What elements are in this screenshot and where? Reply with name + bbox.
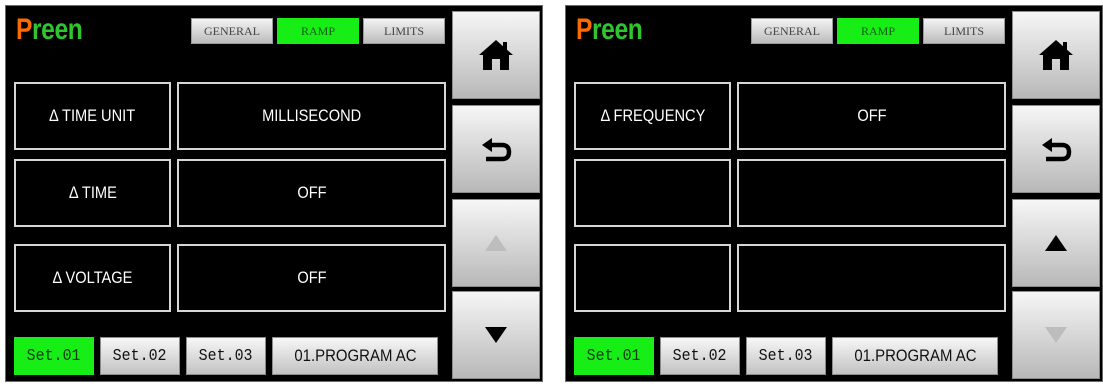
time-unit-value[interactable]: MILLISECOND bbox=[177, 82, 446, 150]
preen-logo: Preen bbox=[576, 13, 643, 46]
ramp-screen-1: Preen GENERAL RAMP LIMITS Δ TIME UNIT MI… bbox=[5, 5, 543, 382]
tab-limits[interactable]: LIMITS bbox=[923, 18, 1005, 44]
setting-row bbox=[574, 159, 1006, 227]
tab-ramp[interactable]: RAMP bbox=[277, 18, 359, 44]
setting-row: Δ VOLTAGE OFF bbox=[14, 244, 446, 312]
set-02-button[interactable]: Set.02 bbox=[660, 337, 740, 375]
back-arrow-icon bbox=[482, 138, 512, 162]
home-icon bbox=[479, 40, 513, 70]
setting-row: Δ TIME UNIT MILLISECOND bbox=[14, 82, 446, 150]
time-label: Δ TIME bbox=[14, 159, 171, 227]
program-button[interactable]: 01.PROGRAM AC bbox=[272, 337, 438, 375]
up-arrow-icon bbox=[1045, 235, 1067, 251]
empty-value[interactable] bbox=[737, 244, 1006, 312]
set-03-button[interactable]: Set.03 bbox=[746, 337, 826, 375]
ramp-screen-2: Preen GENERAL RAMP LIMITS Δ FREQUENCY OF… bbox=[565, 5, 1103, 382]
frequency-label: Δ FREQUENCY bbox=[574, 82, 731, 150]
tab-general[interactable]: GENERAL bbox=[191, 18, 273, 44]
down-button[interactable] bbox=[452, 291, 540, 379]
back-button[interactable] bbox=[1012, 105, 1100, 193]
tab-bar: GENERAL RAMP LIMITS bbox=[751, 18, 1009, 44]
empty-label bbox=[574, 159, 731, 227]
empty-label bbox=[574, 244, 731, 312]
home-button[interactable] bbox=[1012, 11, 1100, 99]
setting-row bbox=[574, 244, 1006, 312]
tab-bar: GENERAL RAMP LIMITS bbox=[191, 18, 449, 44]
up-arrow-icon bbox=[485, 235, 507, 251]
setting-row: Δ FREQUENCY OFF bbox=[574, 82, 1006, 150]
up-button[interactable] bbox=[1012, 199, 1100, 287]
up-button[interactable] bbox=[452, 199, 540, 287]
empty-value[interactable] bbox=[737, 159, 1006, 227]
frequency-value[interactable]: OFF bbox=[737, 82, 1006, 150]
set-selector: Set.01 Set.02 Set.03 01.PROGRAM AC bbox=[574, 337, 1004, 375]
set-03-button[interactable]: Set.03 bbox=[186, 337, 266, 375]
home-button[interactable] bbox=[452, 11, 540, 99]
down-arrow-icon bbox=[1045, 327, 1067, 343]
preen-logo: Preen bbox=[16, 13, 83, 46]
set-selector: Set.01 Set.02 Set.03 01.PROGRAM AC bbox=[14, 337, 444, 375]
time-value[interactable]: OFF bbox=[177, 159, 446, 227]
down-button[interactable] bbox=[1012, 291, 1100, 379]
voltage-value[interactable]: OFF bbox=[177, 244, 446, 312]
tab-limits[interactable]: LIMITS bbox=[363, 18, 445, 44]
nav-column bbox=[1012, 6, 1102, 381]
down-arrow-icon bbox=[485, 327, 507, 343]
back-arrow-icon bbox=[1042, 138, 1072, 162]
tab-ramp[interactable]: RAMP bbox=[837, 18, 919, 44]
set-01-button[interactable]: Set.01 bbox=[14, 337, 94, 375]
time-unit-label: Δ TIME UNIT bbox=[14, 82, 171, 150]
set-01-button[interactable]: Set.01 bbox=[574, 337, 654, 375]
tab-general[interactable]: GENERAL bbox=[751, 18, 833, 44]
home-icon bbox=[1039, 40, 1073, 70]
nav-column bbox=[452, 6, 542, 381]
program-button[interactable]: 01.PROGRAM AC bbox=[832, 337, 998, 375]
setting-row: Δ TIME OFF bbox=[14, 159, 446, 227]
voltage-label: Δ VOLTAGE bbox=[14, 244, 171, 312]
set-02-button[interactable]: Set.02 bbox=[100, 337, 180, 375]
back-button[interactable] bbox=[452, 105, 540, 193]
